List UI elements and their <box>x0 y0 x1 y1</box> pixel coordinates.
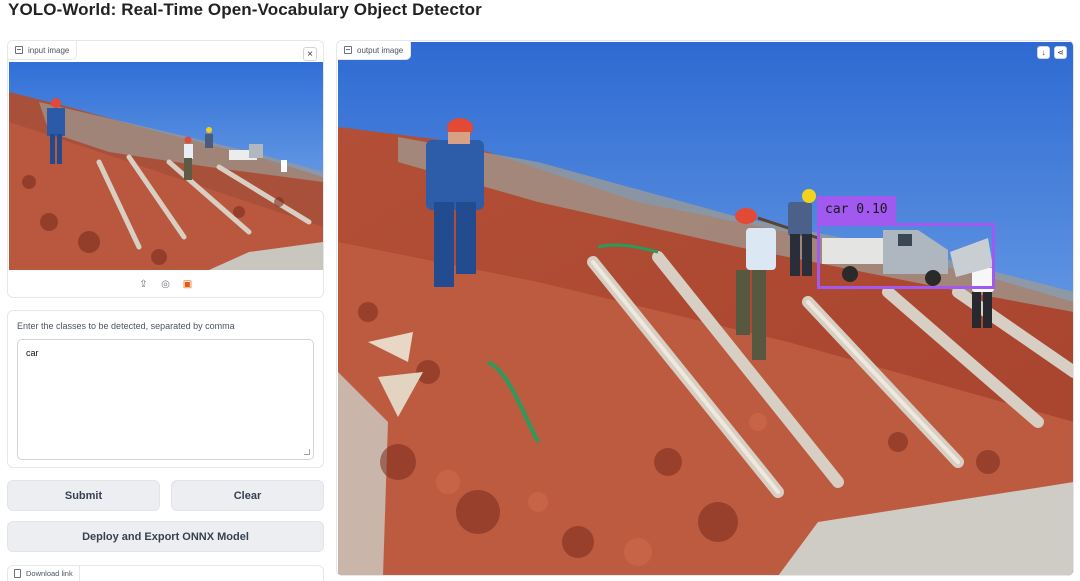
input-image <box>9 62 323 270</box>
image-icon <box>15 46 23 54</box>
classes-block: Enter the classes to be detected, separa… <box>7 310 324 468</box>
page-title: YOLO-World: Real-Time Open-Vocabulary Ob… <box>8 0 482 19</box>
output-image-panel: output image ↓ ⋖ car 0.10 <box>336 40 1074 576</box>
output-image-tag: output image <box>337 41 412 60</box>
output-actions: ↓ ⋖ <box>1037 46 1067 59</box>
download-icon[interactable]: ↓ <box>1037 46 1050 59</box>
detection-label: car 0.10 <box>817 196 896 223</box>
clipboard-icon[interactable]: ▣ <box>182 278 194 290</box>
share-icon[interactable]: ⋖ <box>1054 46 1067 59</box>
input-tools: ⇪ ◎ ▣ <box>8 274 323 294</box>
clear-image-button[interactable]: × <box>303 47 317 61</box>
clear-button[interactable]: Clear <box>171 480 324 511</box>
download-label: Download link <box>26 569 73 578</box>
detection-box <box>817 223 995 289</box>
resize-handle[interactable] <box>304 449 310 455</box>
input-image-panel[interactable]: input image × ⇪ ◎ ▣ <box>7 40 324 298</box>
download-block: Download link <box>7 565 324 581</box>
submit-button[interactable]: Submit <box>7 480 160 511</box>
classes-input[interactable]: car <box>17 339 314 460</box>
webcam-icon[interactable]: ◎ <box>160 278 172 290</box>
classes-label: Enter the classes to be detected, separa… <box>17 321 235 331</box>
input-image-tag: input image <box>8 41 78 60</box>
upload-icon[interactable]: ⇪ <box>138 278 150 290</box>
file-icon <box>14 569 21 578</box>
download-tag: Download link <box>8 566 80 581</box>
deploy-export-button[interactable]: Deploy and Export ONNX Model <box>7 521 324 552</box>
output-image <box>338 42 1073 575</box>
image-icon <box>344 46 352 54</box>
output-image-label: output image <box>357 45 404 55</box>
input-image-label: input image <box>28 45 70 55</box>
